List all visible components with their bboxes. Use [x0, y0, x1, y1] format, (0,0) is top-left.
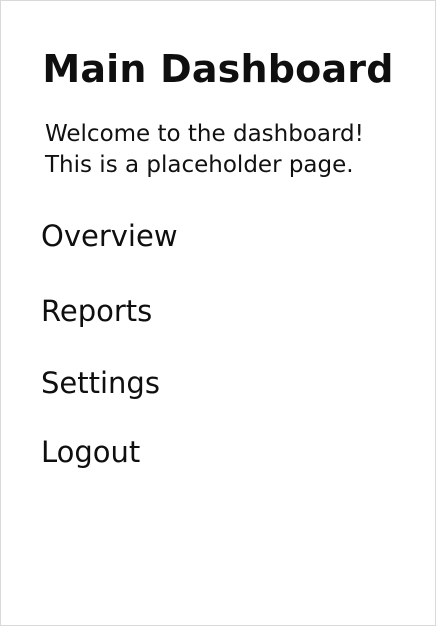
page-title: Main Dashboard: [42, 47, 394, 91]
nav-item-settings[interactable]: Settings: [41, 365, 160, 401]
welcome-text-line: Welcome to the dashboard!: [45, 121, 364, 147]
nav-item-reports[interactable]: Reports: [41, 293, 152, 329]
welcome-text-line: This is a placeholder page.: [45, 152, 354, 178]
app-window: Main Dashboard Welcome to the dashboard!…: [0, 0, 436, 626]
nav-item-overview[interactable]: Overview: [41, 218, 178, 254]
nav-item-logout[interactable]: Logout: [41, 434, 140, 470]
welcome-message: Welcome to the dashboard! This is a plac…: [45, 119, 425, 181]
